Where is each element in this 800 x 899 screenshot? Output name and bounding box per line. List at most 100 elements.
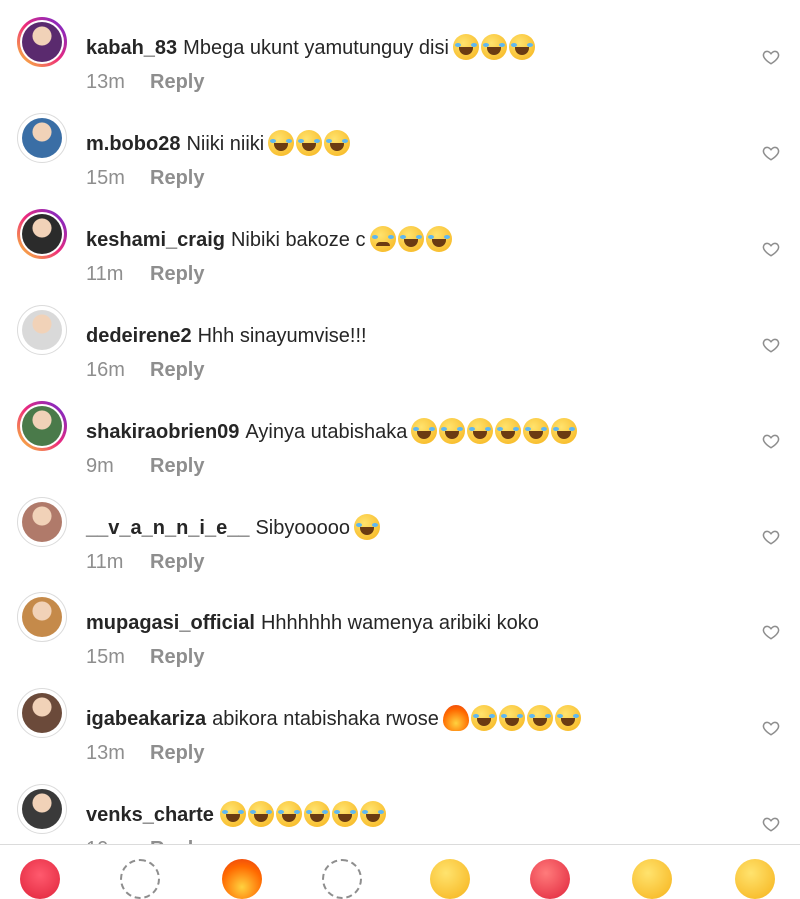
like-heart-icon[interactable] [762,528,780,546]
like-heart-icon[interactable] [762,719,780,737]
comment-username[interactable]: dedeirene2 [86,325,192,347]
avatar-image [22,118,62,158]
joy-emoji-icon [551,418,578,444]
avatar[interactable] [17,592,67,642]
comment-row: dedeirene2 Hhh sinayumvise!!! 16m Reply [0,300,800,396]
joy-emoji-icon [480,34,507,60]
joy-emoji-icon [359,801,386,827]
avatar-image [22,406,62,446]
like-heart-icon[interactable] [762,48,780,66]
comment-username[interactable]: mupagasi_official [86,612,255,634]
joy-emoji-icon [268,130,295,156]
comment-text-line: __v_a_n_n_i_e__ Sibyooooo [86,514,380,542]
avatar-image [22,693,62,733]
raised-hands-reaction-icon[interactable] [322,859,362,899]
reply-button[interactable]: Reply [150,742,204,764]
fire-emoji-icon [442,705,469,731]
joy-emoji-icon [439,418,466,444]
like-heart-icon[interactable] [762,432,780,450]
comment-meta: 11m Reply [86,551,204,574]
avatar[interactable] [17,113,67,163]
avatar-image [22,310,62,350]
comment-row: m.bobo28 Niiki niiki 15m Reply [0,108,800,204]
fire-reaction-icon[interactable] [222,859,262,899]
comment-meta: 9m Reply [86,455,204,478]
like-heart-icon[interactable] [762,144,780,162]
joy-reaction-icon[interactable] [430,859,470,899]
comment-meta: 13m Reply [86,71,204,94]
reply-button[interactable]: Reply [150,551,204,573]
comment-text-line: dedeirene2 Hhh sinayumvise!!! [86,322,367,350]
avatar-image [22,789,62,829]
comment-text-line: venks_charte [86,801,386,829]
comment-body: Hhh sinayumvise!!! [197,325,367,347]
avatar[interactable] [17,688,67,738]
avatar-image [22,214,62,254]
reply-button[interactable]: Reply [150,71,204,93]
joy-emoji-icon [467,418,494,444]
reply-button[interactable]: Reply [150,359,204,381]
comment-row: __v_a_n_n_i_e__ Sibyooooo 11m Reply [0,492,800,588]
comment-username[interactable]: venks_charte [86,804,214,826]
avatar[interactable] [17,209,67,259]
quick-reaction-bar [0,844,800,899]
comment-row: shakiraobrien09 Ayinya utabishaka 9m Reply [0,396,800,492]
comment-timestamp: 11m [86,263,124,285]
avatar[interactable] [17,497,67,547]
astonished-reaction-icon[interactable] [632,859,672,899]
comment-username[interactable]: kabah_83 [86,37,177,59]
avatar-image [22,22,62,62]
avatar[interactable] [17,784,67,834]
joy-emoji-icon [324,130,351,156]
like-heart-icon[interactable] [762,815,780,833]
comment-username[interactable]: shakiraobrien09 [86,421,239,443]
joy-emoji-icon [495,418,522,444]
joy-emoji-icon [247,801,274,827]
joy-emoji-icon [331,801,358,827]
clap-reaction-icon[interactable] [120,859,160,899]
comment-username[interactable]: m.bobo28 [86,133,180,155]
joy-emoji-icon [452,34,479,60]
reply-button[interactable]: Reply [150,167,204,189]
sad-emoji-icon [369,226,396,252]
comment-body: Hhhhhhh wamenya aribiki koko [260,612,539,634]
joy-emoji-icon [303,801,330,827]
joy-emoji-icon [554,705,581,731]
comment-body: Mbega ukunt yamutunguy disi [183,37,449,59]
comment-text-line: m.bobo28 Niiki niiki [86,130,351,158]
comment-row: keshami_craig Nibiki bakoze c 11m Reply [0,204,800,300]
avatar[interactable] [17,305,67,355]
comment-timestamp: 9m [86,455,114,477]
reply-button[interactable]: Reply [150,455,204,477]
comment-username[interactable]: keshami_craig [86,229,225,251]
comment-body: Niiki niiki [186,133,265,155]
reply-button[interactable]: Reply [150,646,204,668]
comment-body: abikora ntabishaka rwose [212,708,439,730]
comment-username[interactable]: igabeakariza [86,708,206,730]
comment-meta: 16m Reply [86,359,204,382]
reply-button[interactable]: Reply [150,263,204,285]
joy-emoji-icon [508,34,535,60]
joy-emoji-icon [425,226,452,252]
avatar[interactable] [17,401,67,451]
like-heart-icon[interactable] [762,240,780,258]
comment-timestamp: 15m [86,646,125,668]
comment-timestamp: 13m [86,742,125,764]
comment-meta: 13m Reply [86,742,204,765]
like-heart-icon[interactable] [762,336,780,354]
joy-emoji-icon [523,418,550,444]
comment-text-line: igabeakariza abikora ntabishaka rwose [86,705,581,733]
joy-emoji-icon [526,705,553,731]
joy-emoji-icon [411,418,438,444]
heart-reaction-icon[interactable] [20,859,60,899]
comment-meta: 15m Reply [86,646,204,669]
avatar[interactable] [17,17,67,67]
like-heart-icon[interactable] [762,623,780,641]
comment-timestamp: 15m [86,167,125,189]
comment-row: mupagasi_official Hhhhhhh wamenya aribiki… [0,587,800,683]
comment-row: kabah_83 Mbega ukunt yamutunguy disi 13m Re… [0,12,800,108]
grin-reaction-icon[interactable] [735,859,775,899]
heart-eyes-reaction-icon[interactable] [530,859,570,899]
comment-username[interactable]: __v_a_n_n_i_e__ [86,517,249,539]
comment-meta: 15m Reply [86,167,204,190]
